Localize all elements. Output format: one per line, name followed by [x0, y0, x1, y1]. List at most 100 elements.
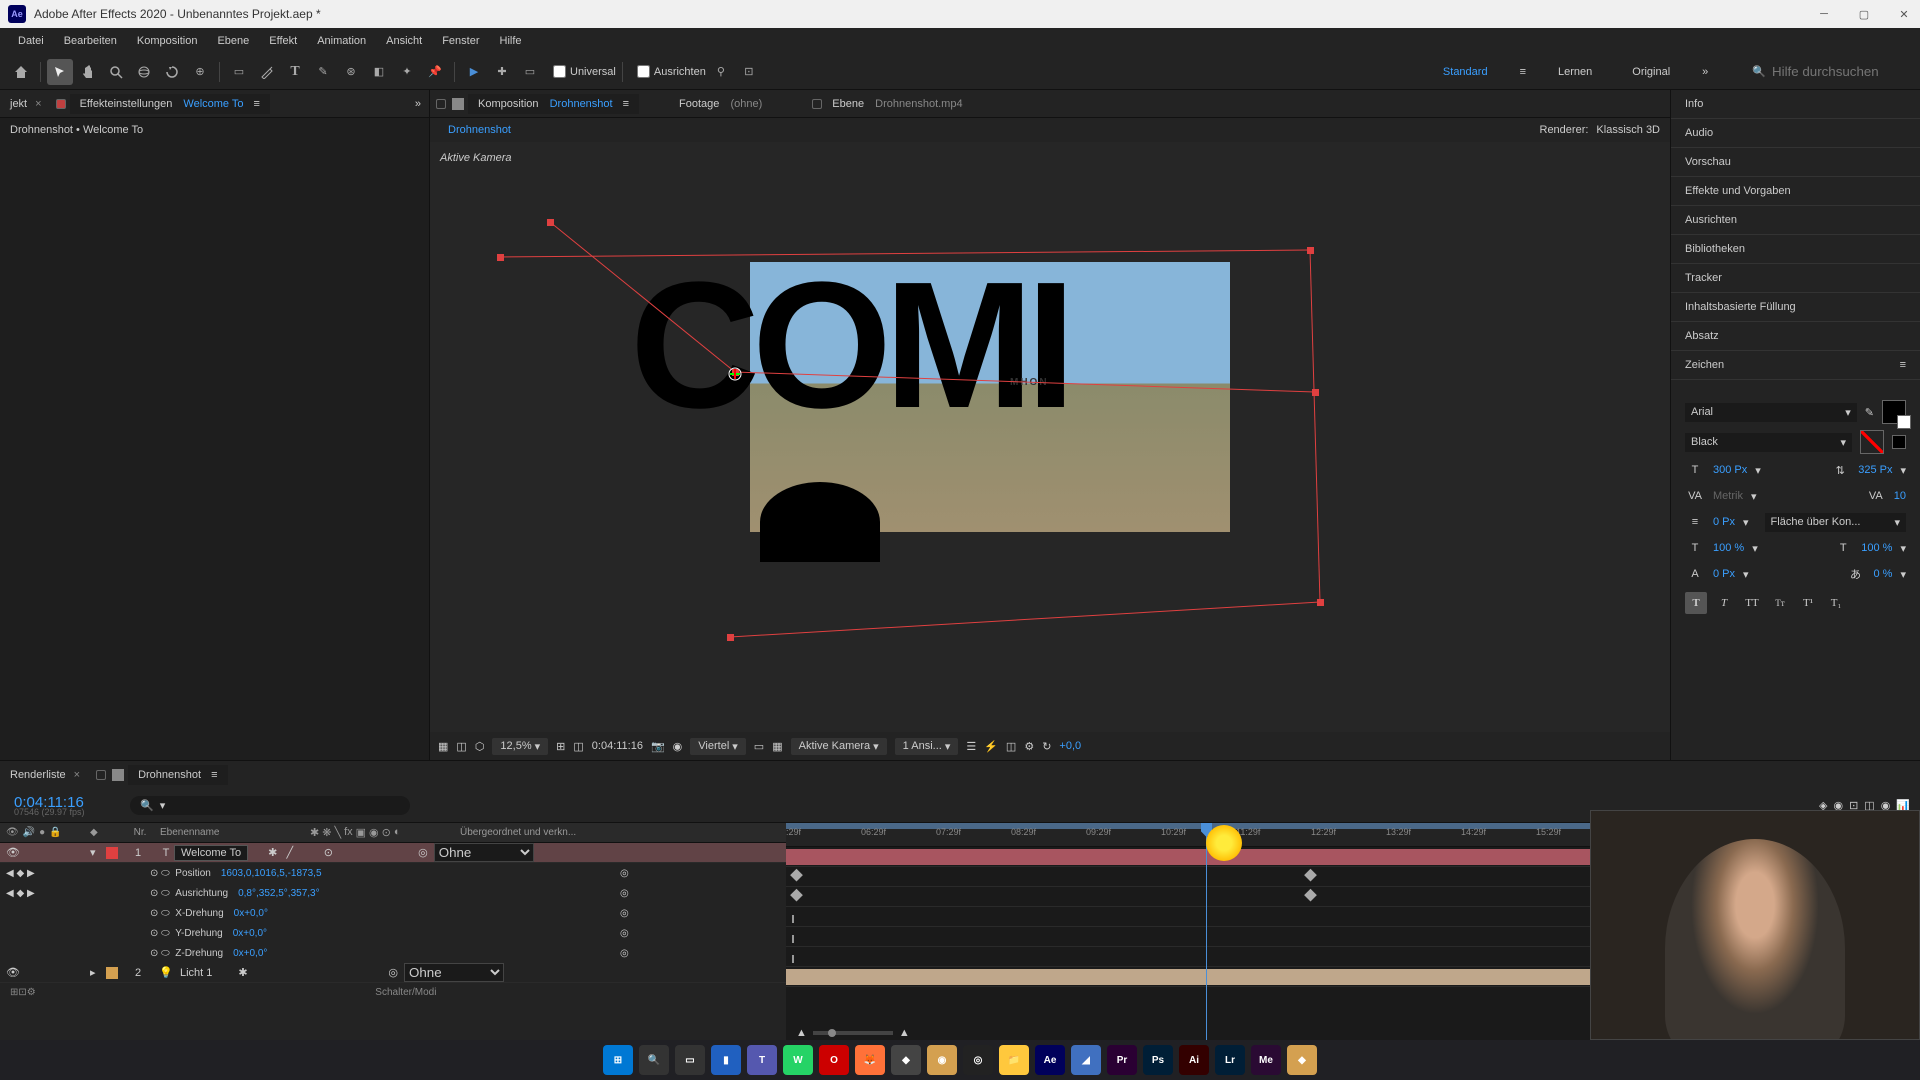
snap-tool[interactable]: ⚲ [708, 59, 734, 85]
mode-menu-icon[interactable]: ≡ [1520, 66, 1526, 78]
roto-tool[interactable]: ✦ [394, 59, 420, 85]
parent-dropdown[interactable]: Ohne [404, 963, 504, 982]
switch-column-icon[interactable]: ▣ [356, 826, 366, 839]
layer-row[interactable]: 👁 ▾ 1 T Welcome To ✱ ╱ ⊙ ◎ Ohne [0, 843, 786, 863]
tab-project[interactable]: jekt× [0, 94, 52, 114]
pickwhip-icon[interactable]: ◎ [388, 966, 398, 979]
lock-icon[interactable] [56, 99, 66, 109]
audio-column-icon[interactable]: 🔊 [23, 827, 35, 838]
stroke-value[interactable]: 0 Px [1713, 516, 1735, 528]
taskbar-app3[interactable]: ◢ [1071, 1045, 1101, 1075]
taskbar-search[interactable]: 🔍 [639, 1045, 669, 1075]
mode-lernen[interactable]: Lernen [1550, 62, 1600, 82]
tsume-value[interactable]: 0 % [1874, 568, 1893, 580]
tab-render-queue[interactable]: Renderliste× [0, 765, 90, 785]
taskbar-app4[interactable]: ◆ [1287, 1045, 1317, 1075]
panel-effekte-und-vorgaben[interactable]: Effekte und Vorgaben [1671, 177, 1920, 206]
keyframe-nav-icon[interactable]: ⬭ [161, 928, 170, 939]
property-value[interactable]: 0x+0,0° [234, 908, 268, 919]
local-axis-tool[interactable]: ▶ [461, 59, 487, 85]
tracking-value[interactable]: 10 [1894, 490, 1906, 502]
pickwhip-icon[interactable]: ◎ [418, 846, 428, 859]
res-icon[interactable]: ◫ [456, 740, 466, 753]
timeline-search[interactable]: 🔍▾ [130, 796, 410, 815]
timeline-icon[interactable]: ◫ [1006, 740, 1016, 753]
property-value[interactable]: 1603,0,1016,5,-1873,5 [221, 868, 322, 879]
transparency-icon[interactable]: ▦ [772, 740, 782, 753]
grid-icon[interactable]: ⊞ [556, 740, 565, 753]
allcaps-button[interactable]: TT [1741, 592, 1763, 614]
clone-tool[interactable]: ⊛ [338, 59, 364, 85]
lock-column-icon[interactable]: 🔒 [49, 827, 61, 838]
panel-bibliotheken[interactable]: Bibliotheken [1671, 235, 1920, 264]
views-dropdown[interactable]: 1 Ansi... ▾ [895, 738, 959, 755]
bold-button[interactable]: T [1685, 592, 1707, 614]
reset-exposure-icon[interactable]: ↻ [1042, 740, 1051, 753]
hand-tool[interactable] [75, 59, 101, 85]
kerning-value[interactable]: Metrik [1713, 490, 1743, 502]
keyframe-nav-icon[interactable]: ⬭ [161, 888, 170, 899]
vscale-value[interactable]: 100 % [1861, 542, 1892, 554]
toggle-switches-icon[interactable]: ⊡ [18, 987, 26, 998]
leading-value[interactable]: 325 Px [1858, 464, 1892, 476]
font-dropdown[interactable]: Arial▾ [1685, 403, 1857, 422]
menu-animation[interactable]: Animation [307, 31, 376, 51]
switch-column-icon[interactable]: ◐ [394, 826, 401, 839]
taskbar-whatsapp[interactable]: W [783, 1045, 813, 1075]
viewer-canvas[interactable]: Aktive Kamera COMI MHON [430, 142, 1670, 732]
pan-behind-tool[interactable]: ⊕ [187, 59, 213, 85]
panel-tracker[interactable]: Tracker [1671, 264, 1920, 293]
stroke-swatch[interactable] [1860, 430, 1884, 454]
taskbar-photoshop[interactable]: Ps [1143, 1045, 1173, 1075]
stopwatch-icon[interactable]: ⊙ [150, 948, 158, 959]
menu-datei[interactable]: Datei [8, 31, 54, 51]
property-row[interactable]: ◀ ◆ ▶⊙ ⬭ Position1603,0,1016,5,-1873,5◎ [0, 863, 786, 883]
snapshot-icon[interactable]: 📷 [651, 740, 665, 753]
pickwhip-icon[interactable]: ◎ [620, 868, 629, 879]
rectangle-tool[interactable]: ▭ [226, 59, 252, 85]
mode-more-icon[interactable]: » [1702, 66, 1708, 78]
menu-ansicht[interactable]: Ansicht [376, 31, 432, 51]
puppet-tool[interactable]: 📌 [422, 59, 448, 85]
mode-original[interactable]: Original [1624, 62, 1678, 82]
tab-layer[interactable]: Ebene Drohnenshot.mp4 [802, 94, 972, 114]
snap-grid-tool[interactable]: ⊡ [736, 59, 762, 85]
eye-icon[interactable]: 👁 [6, 966, 20, 979]
toggle-switches-icon[interactable]: ⊞ [10, 987, 18, 998]
property-value[interactable]: 0,8°,352,5°,357,3° [238, 888, 320, 899]
eraser-tool[interactable]: ◧ [366, 59, 392, 85]
panel-overflow-icon[interactable]: » [407, 98, 429, 110]
italic-button[interactable]: T [1713, 592, 1735, 614]
tab-menu-icon[interactable]: ≡ [254, 98, 260, 110]
panel-audio[interactable]: Audio [1671, 119, 1920, 148]
property-row[interactable]: ◀ ◆ ▶⊙ ⬭ Ausrichtung0,8°,352,5°,357,3°◎ [0, 883, 786, 903]
world-axis-tool[interactable]: ✚ [489, 59, 515, 85]
smallcaps-button[interactable]: Tᴛ [1769, 592, 1791, 614]
switch-column-icon[interactable]: ⊙ [382, 826, 391, 839]
switches-modes-label[interactable]: Schalter/Modi [375, 987, 436, 998]
universal-checkbox[interactable] [553, 65, 566, 78]
lock-icon[interactable] [436, 99, 446, 109]
menu-fenster[interactable]: Fenster [432, 31, 489, 51]
switch-column-icon[interactable]: ◉ [369, 826, 379, 839]
taskbar-premiere[interactable]: Pr [1107, 1045, 1137, 1075]
hscale-value[interactable]: 100 % [1713, 542, 1744, 554]
eye-column-icon[interactable]: 👁 [6, 827, 19, 838]
panel-ausrichten[interactable]: Ausrichten [1671, 206, 1920, 235]
baseline-value[interactable]: 0 Px [1713, 568, 1735, 580]
color-swatch[interactable] [1882, 400, 1906, 424]
label-color[interactable] [106, 967, 118, 979]
property-value[interactable]: 0x+0,0° [233, 948, 267, 959]
panel-absatz[interactable]: Absatz [1671, 322, 1920, 351]
eyedropper-icon[interactable]: ✎ [1865, 406, 1874, 419]
zoom-dropdown[interactable]: 12,5% ▾ [492, 738, 548, 755]
pickwhip-icon[interactable]: ◎ [620, 888, 629, 899]
keyframe-nav-icon[interactable]: ⬭ [161, 868, 170, 879]
property-row[interactable]: ⊙ ⬭ X-Drehung0x+0,0°◎ [0, 903, 786, 923]
panel-vorschau[interactable]: Vorschau [1671, 148, 1920, 177]
nr-column-header[interactable]: Nr. [120, 827, 160, 838]
taskbar-illustrator[interactable]: Ai [1179, 1045, 1209, 1075]
resolution-dropdown[interactable]: Viertel ▾ [690, 738, 746, 755]
taskbar-explorer[interactable]: 📁 [999, 1045, 1029, 1075]
renderer-value[interactable]: Klassisch 3D [1596, 124, 1660, 136]
